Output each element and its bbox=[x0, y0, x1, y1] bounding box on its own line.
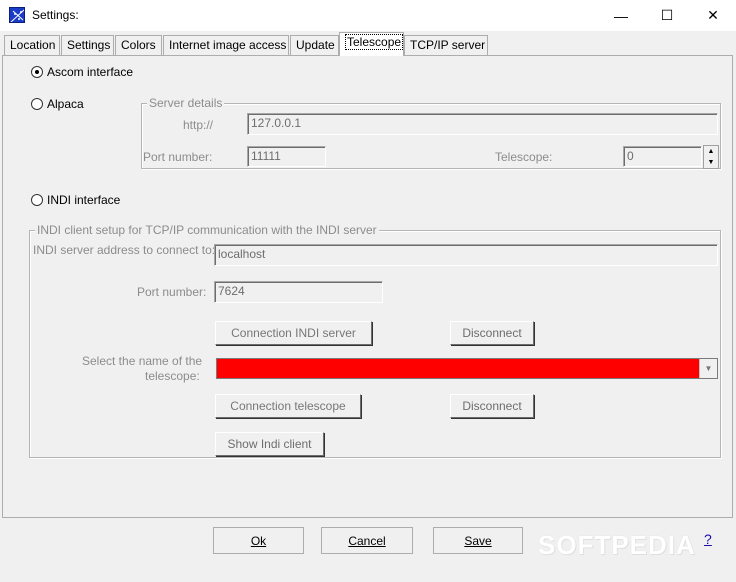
ok-button[interactable]: Ok bbox=[213, 527, 304, 554]
tab-label: TCP/IP server bbox=[410, 38, 486, 52]
telescope-number-spinner[interactable]: ▲ ▼ bbox=[703, 145, 719, 169]
http-label: http:// bbox=[183, 118, 214, 132]
spin-down-icon[interactable]: ▼ bbox=[704, 157, 718, 168]
server-details-legend: Server details bbox=[147, 96, 225, 110]
maximize-icon: ☐ bbox=[660, 7, 674, 23]
app-icon-graphic bbox=[10, 9, 24, 22]
tab-update[interactable]: Update bbox=[290, 35, 339, 55]
help-link[interactable]: ? bbox=[704, 531, 712, 547]
tab-location[interactable]: Location bbox=[4, 35, 60, 55]
tab-label: Settings bbox=[67, 38, 111, 52]
alpaca-label: Alpaca bbox=[47, 97, 84, 111]
save-label: Save bbox=[464, 533, 492, 548]
cancel-button[interactable]: Cancel bbox=[321, 527, 413, 554]
disconnect-server-button[interactable]: Disconnect bbox=[450, 321, 534, 345]
indi-label: INDI interface bbox=[47, 193, 121, 207]
minimize-button[interactable]: — bbox=[598, 0, 644, 31]
telescope-number-field[interactable]: 0 bbox=[623, 146, 702, 167]
alpaca-port-label: Port number: bbox=[143, 150, 213, 164]
maximize-button[interactable]: ☐ bbox=[644, 0, 690, 31]
telescope-name-select[interactable]: ▼ bbox=[216, 358, 718, 379]
connect-telescope-button[interactable]: Connection telescope bbox=[215, 394, 361, 418]
save-button[interactable]: Save bbox=[433, 527, 523, 554]
telescope-number-label: Telescope: bbox=[495, 150, 553, 164]
tab-label: Location bbox=[10, 38, 56, 52]
alpaca-port-field[interactable]: 11111 bbox=[247, 146, 326, 167]
indi-port-field[interactable]: 7624 bbox=[214, 281, 383, 303]
indi-address-field[interactable]: localhost bbox=[214, 244, 718, 266]
tab-settings[interactable]: Settings bbox=[61, 35, 114, 55]
connect-indi-server-button[interactable]: Connection INDI server bbox=[215, 321, 372, 345]
indi-address-label: INDI server address to connect to: bbox=[33, 243, 216, 257]
tab-label: Colors bbox=[121, 38, 156, 52]
show-indi-client-button[interactable]: Show Indi client bbox=[215, 432, 324, 456]
indi-setup-legend: INDI client setup for TCP/IP communicati… bbox=[35, 223, 379, 237]
http-address-field[interactable]: 127.0.0.1 bbox=[247, 113, 718, 135]
tab-label: Internet image access bbox=[169, 38, 287, 52]
tab-tcpip-server[interactable]: TCP/IP server bbox=[404, 35, 488, 55]
select-telescope-label-line1: Select the name of the bbox=[82, 354, 203, 368]
ok-label: Ok bbox=[250, 533, 267, 548]
tab-label: Update bbox=[296, 38, 335, 52]
indi-port-label: Port number: bbox=[137, 285, 207, 299]
close-button[interactable]: ✕ bbox=[690, 0, 736, 31]
cancel-label: Cancel bbox=[348, 533, 386, 548]
tab-telescope[interactable]: Telescope bbox=[339, 32, 404, 56]
select-telescope-label-line2: telescope: bbox=[145, 369, 200, 383]
ascom-label: Ascom interface bbox=[47, 65, 134, 79]
minimize-icon: — bbox=[614, 7, 628, 24]
chevron-down-icon[interactable]: ▼ bbox=[699, 359, 717, 378]
tab-colors[interactable]: Colors bbox=[115, 35, 162, 55]
tab-label: Telescope bbox=[345, 34, 404, 50]
spin-up-icon[interactable]: ▲ bbox=[704, 146, 718, 157]
window-title: Settings: bbox=[32, 8, 79, 22]
tab-internet-image-access[interactable]: Internet image access bbox=[163, 35, 289, 55]
indi-radio[interactable] bbox=[31, 194, 43, 206]
disconnect-telescope-button[interactable]: Disconnect bbox=[450, 394, 534, 418]
close-icon: ✕ bbox=[707, 7, 719, 23]
softpedia-watermark: SOFTPEDIA bbox=[538, 530, 696, 560]
ascom-radio[interactable] bbox=[31, 66, 43, 78]
app-icon bbox=[9, 7, 25, 23]
alpaca-radio[interactable] bbox=[31, 98, 43, 110]
